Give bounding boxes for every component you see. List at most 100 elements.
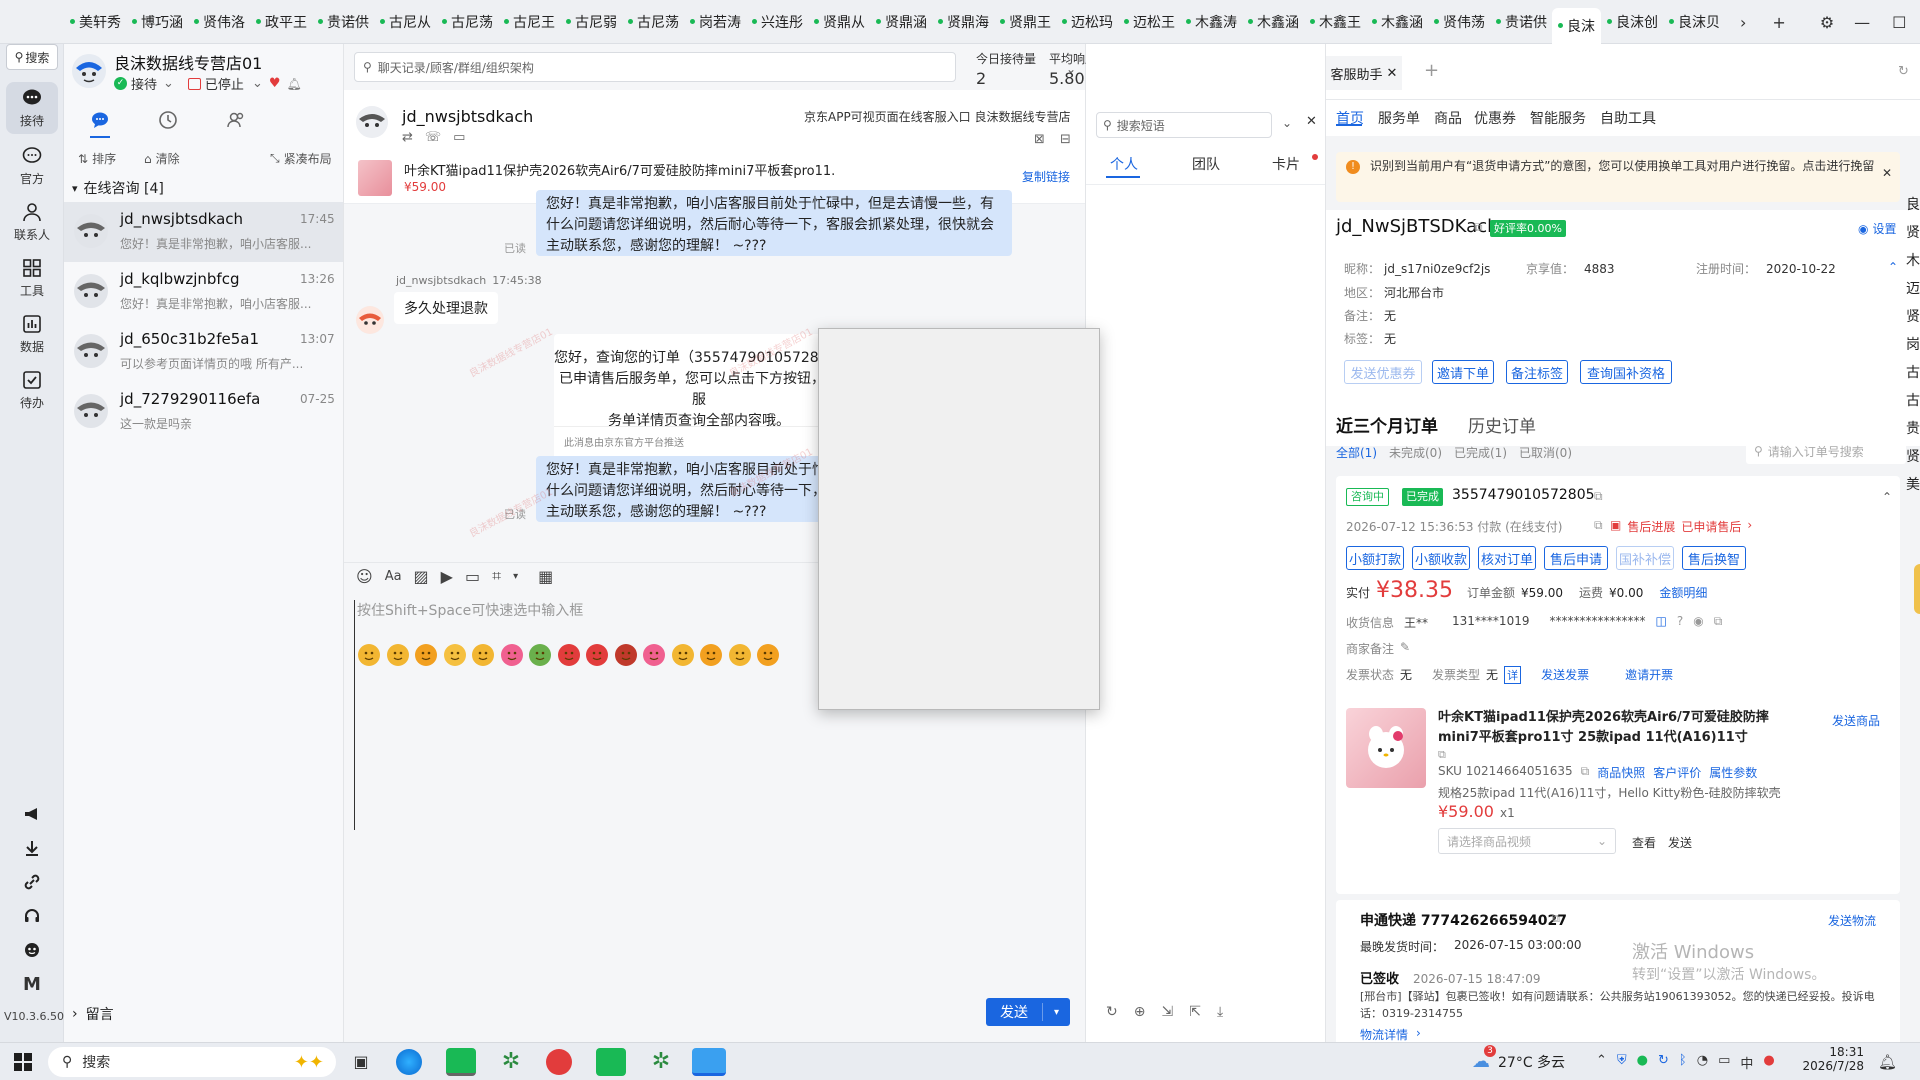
font-icon[interactable]: Aa (385, 569, 402, 584)
history-clock-icon[interactable] (158, 110, 178, 130)
chevron-down-icon[interactable]: ▾ (1043, 1007, 1070, 1018)
copy-icon[interactable]: ⧉ (1714, 614, 1723, 631)
compact-layout-button[interactable]: ⤡ 紧凑布局 (270, 150, 332, 167)
blank-dialog-window[interactable] (818, 328, 1100, 710)
order-search-input[interactable]: ⚲ 请输入订单号搜索 (1746, 438, 1906, 464)
assistant-nav-4[interactable]: 智能服务 (1530, 108, 1586, 128)
note-icon[interactable]: ▭ (453, 130, 465, 145)
eye-icon[interactable]: ◉ (1693, 614, 1703, 631)
taskbar-search[interactable]: ⚲ 搜索 ✦✦ (48, 1047, 336, 1077)
copy-icon[interactable]: ⧉ (1474, 220, 1483, 235)
window-tab[interactable]: 良沫创 (1601, 0, 1663, 44)
megaphone-icon[interactable] (20, 802, 44, 826)
minimize-icon[interactable]: — (1854, 13, 1870, 32)
edge-browser-icon[interactable] (396, 1049, 422, 1075)
collapse-icon[interactable]: ⌄ (1282, 116, 1292, 130)
nav-data[interactable]: 数据 (6, 308, 58, 360)
order-action-button[interactable]: 国补补偿 (1616, 546, 1674, 570)
clock[interactable]: 18:31 2026/7/28 (1784, 1045, 1864, 1073)
order-product-title[interactable]: 叶余KT猫ipad11保护壳2026软壳Air6/7可爱硅胶防摔mini7平板套… (1438, 708, 1778, 748)
nav-reception[interactable]: 接待 (6, 82, 58, 134)
wifi-icon[interactable]: ◔ (1697, 1053, 1708, 1072)
assistant-nav-5[interactable]: 自助工具 (1600, 108, 1656, 128)
leave-message-group[interactable]: › 留言 (72, 1004, 114, 1024)
side-tab-char[interactable]: 古 (1906, 362, 1920, 382)
assistant-nav-3[interactable]: 优惠券 (1474, 108, 1516, 128)
help-icon[interactable]: ? (1677, 614, 1683, 631)
settings-button[interactable]: ◉ 设置 (1858, 220, 1897, 237)
close-icon[interactable]: ✕ (1387, 66, 1398, 81)
window-tab[interactable]: 博巧涵 (126, 0, 188, 44)
link-icon[interactable] (20, 870, 44, 894)
chevron-down-icon[interactable]: ▾ (513, 571, 518, 582)
bluetooth-icon[interactable]: ᛒ (1679, 1053, 1687, 1072)
window-tab[interactable]: 良沫 (1552, 7, 1601, 44)
conversation-item[interactable]: jd_7279290116efa 07-25 这一款是吗亲 (64, 382, 343, 442)
monitor-icon[interactable]: ▭ (1718, 1053, 1730, 1072)
chevron-down-icon[interactable]: ⌄ (1066, 62, 1076, 76)
side-tab-char[interactable]: 迈 (1906, 278, 1920, 298)
tab-scroll-right-icon[interactable]: › (1740, 13, 1746, 32)
download-icon[interactable]: ⤓ (1217, 1004, 1223, 1020)
download-icon[interactable] (20, 836, 44, 860)
window-tab[interactable]: 贵诺供 (1490, 0, 1552, 44)
headset-icon[interactable] (20, 904, 44, 928)
merchant-note[interactable]: 商家备注 ✎ (1346, 640, 1410, 657)
phrase-tab-personal[interactable]: 个人 (1110, 154, 1138, 174)
window-tab[interactable]: 贵诺供 (312, 0, 374, 44)
order-action-button[interactable]: 小额打款 (1346, 546, 1404, 570)
view-button[interactable]: 查看 (1632, 834, 1656, 851)
ime-label[interactable]: 中 (1740, 1053, 1753, 1072)
send-logistics-button[interactable]: 发送物流 (1828, 912, 1876, 929)
conversation-item[interactable]: jd_nwsjbtsdkach 17:45 您好！真是非常抱歉，咱小店客服... (64, 202, 343, 262)
nav-contacts[interactable]: 联系人 (6, 196, 58, 248)
window-tab[interactable]: 政平王 (250, 0, 312, 44)
import-icon[interactable]: ⇲ (1161, 1004, 1173, 1020)
phrase-search-input[interactable]: ⚲ 搜索短语 (1096, 112, 1272, 138)
settings-icon[interactable]: ⚙ (1820, 13, 1834, 32)
close-icon[interactable]: ✕ (1882, 166, 1892, 180)
copy-icon[interactable]: ⧉ (1594, 518, 1603, 533)
window-tab[interactable]: 木鑫涵 (1242, 0, 1304, 44)
wechat-tray-icon[interactable]: ● (1637, 1053, 1648, 1072)
clear-button[interactable]: ⌂ 清除 (144, 150, 180, 167)
window-tab[interactable]: 木鑫涛 (1180, 0, 1242, 44)
window-tab[interactable]: 美轩秀 (64, 0, 126, 44)
close-icon[interactable]: ✕ (1306, 114, 1317, 129)
side-tab-char[interactable]: 美 (1906, 474, 1920, 494)
order-action-button[interactable]: 售后换智 (1682, 546, 1746, 570)
note-tag-button[interactable]: 备注标签 (1506, 360, 1568, 384)
history-orders-tab[interactable]: 历史订单 (1468, 412, 1536, 437)
phrase-tab-team[interactable]: 团队 (1192, 154, 1220, 174)
app-chat-icon[interactable] (596, 1048, 626, 1076)
refresh-icon[interactable]: ↻ (1106, 1004, 1118, 1020)
assistant-nav-1[interactable]: 服务单 (1378, 108, 1420, 128)
calculator-icon[interactable]: ▦ (538, 567, 553, 586)
transfer-icon[interactable]: ⇄ (402, 130, 413, 145)
shield-icon[interactable]: ⛨ (1617, 1053, 1627, 1072)
order-filter[interactable]: 未完成(0) (1389, 444, 1442, 461)
recent-orders-tab[interactable]: 近三个月订单 (1336, 412, 1438, 437)
order-action-button[interactable]: 小额收款 (1412, 546, 1470, 570)
side-tab-char[interactable]: 良 (1906, 194, 1920, 214)
video-icon[interactable]: ▶ (441, 567, 453, 586)
send-button[interactable]: 发送 ▾ (986, 998, 1070, 1026)
check-subsidy-button[interactable]: 查询国补资格 (1580, 360, 1672, 384)
decrypt-icon[interactable]: ◫ (1655, 614, 1666, 631)
window-tab[interactable]: 兴连彤 (746, 0, 808, 44)
wechat-icon[interactable] (446, 1048, 476, 1076)
logistics-detail-link[interactable]: 物流详情 › (1360, 1026, 1421, 1043)
side-tab-char[interactable]: 贤 (1906, 446, 1920, 466)
copy-icon[interactable]: ⧉ (1438, 748, 1446, 762)
copy-icon[interactable]: ⧉ (1594, 489, 1603, 504)
window-tab[interactable]: 木鑫王 (1304, 0, 1366, 44)
chevron-up-icon[interactable]: ⌃ (1882, 490, 1892, 504)
copy-icon[interactable]: ⧉ (1581, 764, 1590, 781)
aftersale-progress[interactable]: ▣ 售后进展 已申请售后 › (1610, 518, 1752, 535)
robot-icon[interactable] (20, 938, 44, 962)
conversation-item[interactable]: jd_kqlbwzjnbfcg 13:26 您好！真是非常抱歉，咱小店客服... (64, 262, 343, 322)
side-tab-char[interactable]: 贤 (1906, 222, 1920, 242)
side-tab-char[interactable]: 贤 (1906, 306, 1920, 326)
phrase-tab-card[interactable]: 卡片 (1272, 154, 1300, 174)
image-icon[interactable]: ▨ (414, 567, 429, 586)
